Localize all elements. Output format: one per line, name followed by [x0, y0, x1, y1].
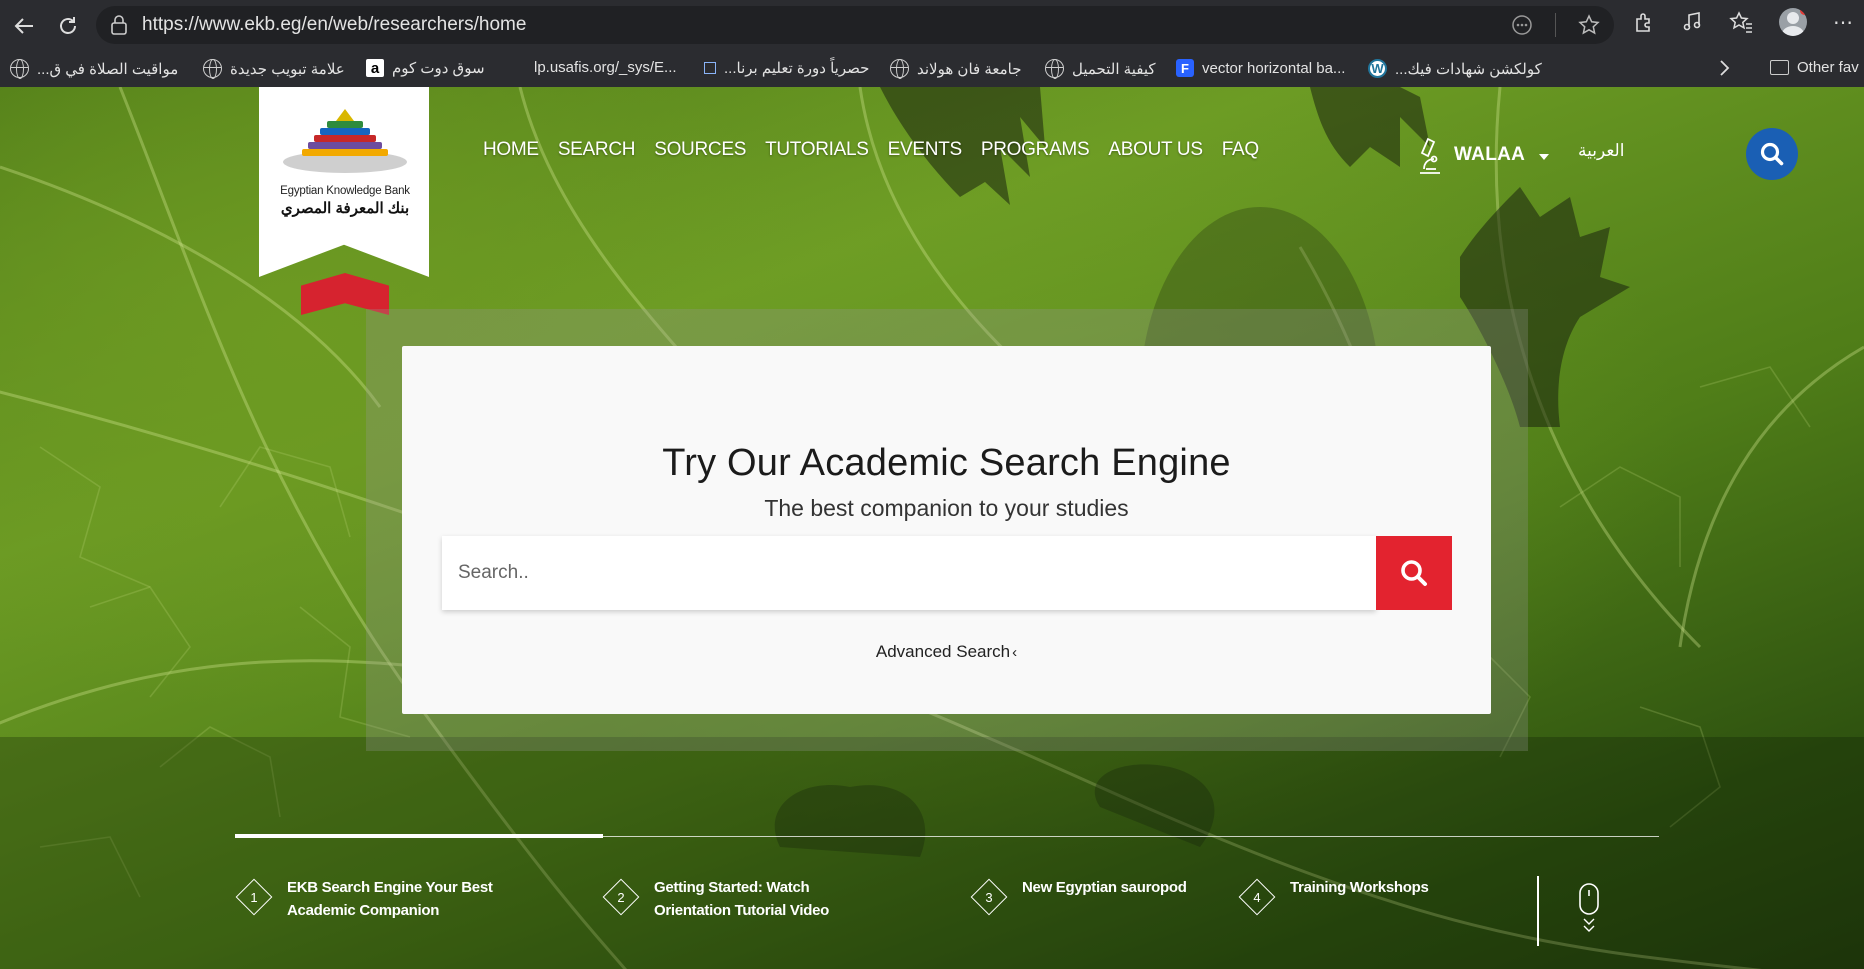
slide-item-4[interactable]: 4 Training Workshops [1238, 876, 1500, 916]
lock-icon [111, 15, 127, 35]
bookmark-item[interactable]: مواقيت الصلاة في ق... [10, 59, 179, 79]
back-button[interactable] [4, 6, 44, 46]
bookmark-label: مواقيت الصلاة في ق... [37, 60, 179, 78]
caret-down-icon [1539, 153, 1550, 160]
browser-toolbar: https://www.ekb.eg/en/web/researchers/ho… [0, 0, 1864, 51]
reload-button[interactable] [48, 6, 88, 46]
search-card: Try Our Academic Search Engine The best … [402, 346, 1491, 714]
bookmark-item[interactable]: lp.usafis.org/_sys/E... [534, 59, 677, 76]
nav-events[interactable]: EVENTS [888, 139, 963, 161]
more-options-icon[interactable] [1511, 14, 1533, 36]
globe-icon [10, 59, 29, 79]
other-favorites-folder[interactable]: Other fav [1770, 59, 1859, 76]
address-bar[interactable]: https://www.ekb.eg/en/web/researchers/ho… [96, 6, 1614, 44]
bookmark-item[interactable]: كيفية التحميل [1045, 59, 1156, 79]
media-control-icon[interactable] [1681, 11, 1703, 33]
bookmark-item[interactable]: حصرياً دورة تعليم برنا... [704, 59, 869, 77]
nav-home[interactable]: HOME [483, 139, 539, 161]
slide-number-badge: 3 [970, 878, 1008, 916]
user-name: WALAA [1454, 144, 1526, 165]
browser-extensions: ⋯ [1633, 8, 1854, 36]
bookmark-item[interactable]: جامعة فان هولاند [890, 59, 1022, 79]
main-navigation: HOME SEARCH SOURCES TUTORIALS EVENTS PRO… [483, 139, 1259, 161]
nav-sources[interactable]: SOURCES [654, 139, 746, 161]
globe-icon [1045, 59, 1064, 79]
search-card-title: Try Our Academic Search Engine [662, 442, 1231, 484]
books-pyramid-logo-icon [283, 109, 407, 173]
academic-search-input[interactable] [442, 536, 1376, 610]
user-menu-dropdown[interactable]: WALAA [1414, 135, 1550, 175]
profile-avatar[interactable] [1779, 8, 1807, 36]
star-icon[interactable] [1578, 14, 1600, 36]
globe-icon [203, 59, 222, 79]
nav-programs[interactable]: PROGRAMS [981, 139, 1090, 161]
slider-progress-active [235, 834, 603, 838]
bookmark-label: سوق دوت كوم [392, 60, 485, 77]
favorites-icon[interactable] [1729, 11, 1753, 33]
bookmark-label: حصرياً دورة تعليم برنا... [724, 60, 870, 77]
slide-title: Getting Started: Watch Orientation Tutor… [654, 879, 829, 919]
bookmark-label: جامعة فان هولاند [917, 60, 1022, 78]
chevron-icon: ‹ [1012, 644, 1018, 661]
notification-dot [1800, 8, 1807, 15]
freepik-icon: F [1176, 59, 1194, 77]
advanced-search-link[interactable]: Advanced Search ‹ [402, 642, 1491, 662]
bookmark-label: كولكشن شهادات فيك... [1395, 60, 1542, 78]
reload-icon [60, 16, 76, 34]
wordpress-icon: W [1368, 59, 1387, 78]
language-switch-link[interactable]: العربية [1578, 141, 1624, 161]
slide-item-3[interactable]: 3 New Egyptian sauropod [970, 876, 1232, 916]
bookmarks-bar: مواقيت الصلاة في ق... علامة تبويب جديدة … [0, 51, 1864, 87]
bookmark-label: lp.usafis.org/_sys/E... [534, 59, 677, 76]
url-text[interactable]: https://www.ekb.eg/en/web/researchers/ho… [142, 14, 526, 36]
search-submit-button[interactable] [1376, 536, 1452, 610]
nav-about-us[interactable]: ABOUT US [1108, 139, 1203, 161]
divider [1555, 13, 1556, 37]
slide-title: EKB Search Engine Your Best Academic Com… [287, 879, 493, 919]
more-menu-icon[interactable]: ⋯ [1833, 10, 1854, 35]
bookmark-label: علامة تبويب جديدة [230, 60, 345, 78]
nav-tutorials[interactable]: TUTORIALS [765, 139, 869, 161]
extensions-icon[interactable] [1633, 11, 1655, 33]
folder-icon [1770, 60, 1789, 75]
nav-search[interactable]: SEARCH [558, 139, 636, 161]
bookmark-item[interactable]: W كولكشن شهادات فيك... [1368, 59, 1542, 78]
search-icon [1401, 560, 1427, 586]
bookmark-label: Other fav [1797, 59, 1859, 76]
logo-text-en: Egyptian Knowledge Bank [280, 185, 410, 197]
scroll-down-mouse-icon[interactable] [1575, 883, 1603, 935]
bookmark-item[interactable]: علامة تبويب جديدة [203, 59, 345, 79]
page-icon [704, 62, 716, 74]
bookmarks-overflow-button[interactable] [1718, 59, 1730, 77]
logo-text-ar: بنك المعرفة المصري [280, 200, 410, 217]
arrow-left-icon [14, 17, 33, 34]
slide-title: Training Workshops [1290, 879, 1429, 896]
search-card-subtitle: The best companion to your studies [764, 495, 1129, 521]
search-icon [1760, 142, 1784, 166]
chevron-right-icon [1720, 60, 1730, 76]
divider [1537, 876, 1539, 946]
hero-section: Egyptian Knowledge Bank بنك المعرفة المص… [0, 87, 1864, 969]
nav-faq[interactable]: FAQ [1222, 139, 1259, 161]
slide-number-badge: 4 [1238, 878, 1276, 916]
slide-number-badge: 2 [602, 878, 640, 916]
slide-number-badge: 1 [235, 878, 273, 916]
slide-title: New Egyptian sauropod [1022, 879, 1187, 896]
advanced-search-label: Advanced Search [875, 642, 1011, 661]
slide-item-2[interactable]: 2 Getting Started: Watch Orientation Tut… [602, 876, 864, 922]
globe-icon [890, 59, 909, 79]
header-search-button[interactable] [1746, 128, 1798, 180]
bookmark-item[interactable]: a سوق دوت كوم [366, 59, 485, 77]
amazon-icon: a [366, 59, 384, 77]
microscope-icon [1420, 137, 1440, 174]
bookmark-label: كيفية التحميل [1072, 60, 1156, 78]
slide-item-1[interactable]: 1 EKB Search Engine Your Best Academic C… [235, 876, 497, 922]
bookmark-item[interactable]: F vector horizontal ba... [1176, 59, 1345, 77]
bookmark-label: vector horizontal ba... [1202, 59, 1346, 77]
